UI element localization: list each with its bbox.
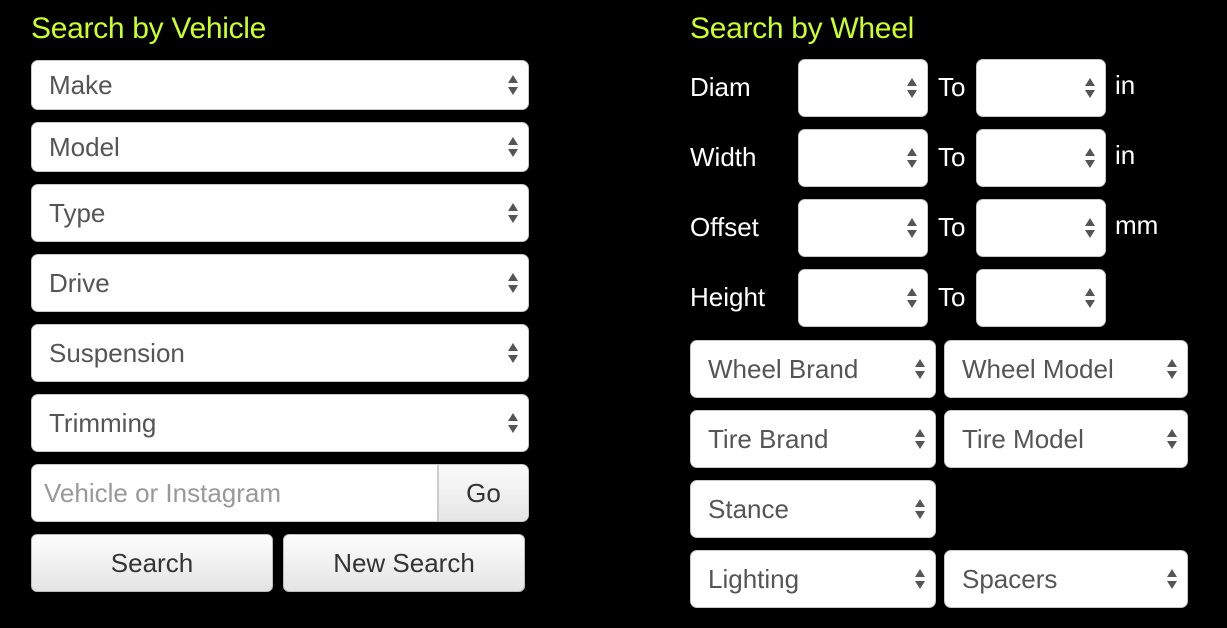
vehicle-heading: Search by Vehicle [31,12,267,45]
select-lighting[interactable]: Lighting [690,550,936,608]
updown-arrow-icon [507,133,519,161]
updown-arrow-icon [906,74,918,102]
updown-arrow-icon [914,425,926,453]
select-label: Wheel Model [962,354,1114,384]
diam-label: Diam [690,72,751,102]
updown-arrow-icon [507,339,519,367]
updown-arrow-icon [1166,425,1178,453]
select-label: Stance [708,494,789,524]
updown-arrow-icon [906,144,918,172]
updown-arrow-icon [1084,144,1096,172]
vehicle-search-box: Go [31,464,529,522]
select-wheel-model[interactable]: Wheel Model [944,340,1188,398]
select-label: Spacers [962,564,1058,594]
height-to-label: To [938,282,966,312]
diam-min-select[interactable] [798,59,928,117]
height-max-select[interactable] [976,269,1106,327]
updown-arrow-icon [1084,74,1096,102]
select-label: Make [49,70,113,100]
updown-arrow-icon [507,409,519,437]
select-tire-model[interactable]: Tire Model [944,410,1188,468]
updown-arrow-icon [507,199,519,227]
select-label: Drive [49,268,110,298]
updown-arrow-icon [914,495,926,523]
select-wheel-brand[interactable]: Wheel Brand [690,340,936,398]
select-stance[interactable]: Stance [690,480,936,538]
select-spacers[interactable]: Spacers [944,550,1188,608]
diam-to-label: To [938,72,966,102]
updown-arrow-icon [906,284,918,312]
updown-arrow-icon [507,71,519,99]
offset-max-select[interactable] [976,199,1106,257]
width-max-select[interactable] [976,129,1106,187]
height-label: Height [690,282,766,312]
width-unit-label: in [1115,140,1136,170]
select-label: Wheel Brand [708,354,859,384]
go-button[interactable]: Go [437,465,528,521]
updown-arrow-icon [914,355,926,383]
offset-unit-label: mm [1115,210,1159,240]
updown-arrow-icon [1084,214,1096,242]
width-to-label: To [938,142,966,172]
diam-unit-label: in [1115,70,1136,100]
updown-arrow-icon [507,269,519,297]
wheel-heading: Search by Wheel [690,12,914,45]
diam-max-select[interactable] [976,59,1106,117]
updown-arrow-icon [1084,284,1096,312]
offset-label: Offset [690,212,759,242]
select-type[interactable]: Type [31,184,529,242]
select-label: Model [49,132,120,162]
select-label: Type [49,198,106,228]
height-min-select[interactable] [798,269,928,327]
select-label: Tire Brand [708,424,829,454]
select-suspension[interactable]: Suspension [31,324,529,382]
updown-arrow-icon [1166,565,1178,593]
select-drive[interactable]: Drive [31,254,529,312]
select-label: Lighting [708,564,800,594]
offset-to-label: To [938,212,966,242]
select-tire-brand[interactable]: Tire Brand [690,410,936,468]
select-label: Trimming [49,408,157,438]
updown-arrow-icon [1166,355,1178,383]
search-button[interactable]: Search [31,534,273,592]
new-search-button[interactable]: New Search [283,534,525,592]
width-min-select[interactable] [798,129,928,187]
width-label: Width [690,142,757,172]
select-trimming[interactable]: Trimming [31,394,529,452]
select-model[interactable]: Model [31,122,529,172]
select-make[interactable]: Make [31,60,529,110]
updown-arrow-icon [914,565,926,593]
vehicle-search-input[interactable] [32,465,437,521]
select-label: Suspension [49,338,185,368]
updown-arrow-icon [906,214,918,242]
select-label: Tire Model [962,424,1084,454]
offset-min-select[interactable] [798,199,928,257]
